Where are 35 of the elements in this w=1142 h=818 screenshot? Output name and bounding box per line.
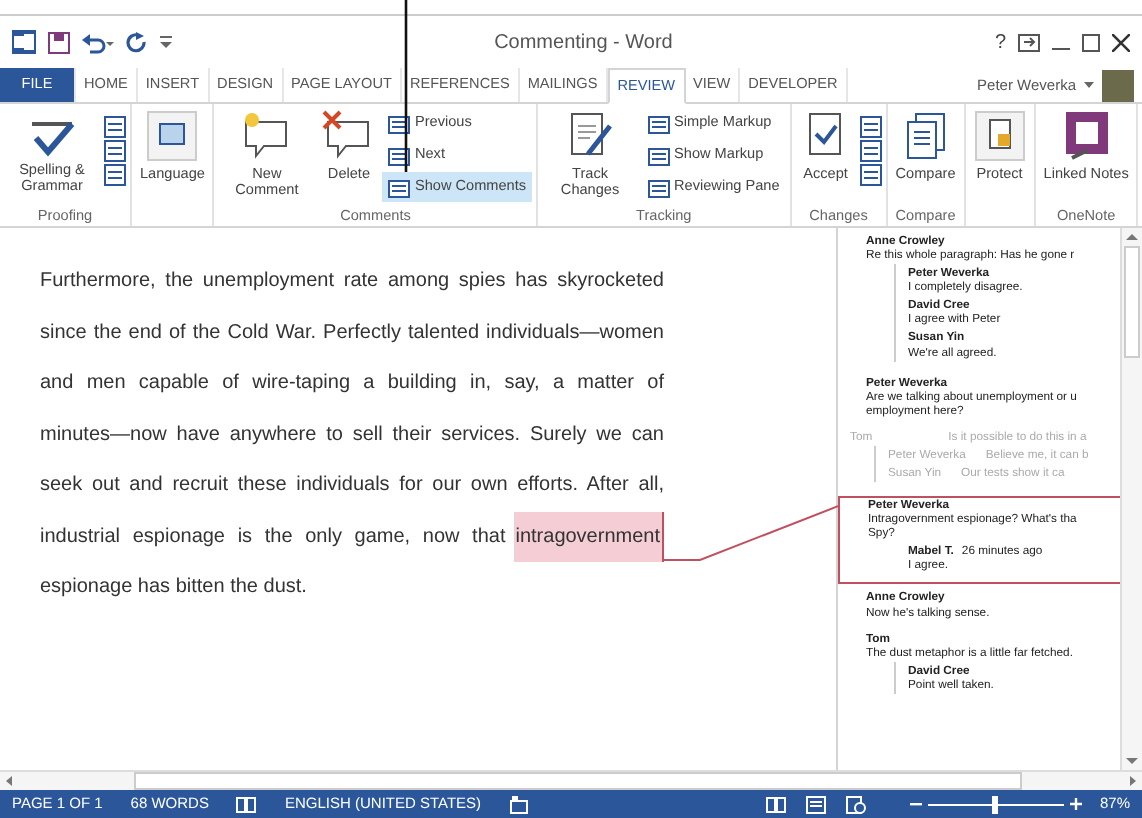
avatar-placeholder — [1102, 69, 1134, 101]
body-text-line: since the end of the Cold War. Perfectly talented individuals—women — [40, 319, 664, 347]
ribbon-display-icon[interactable] — [1018, 33, 1040, 51]
zoom-out-icon[interactable] — [909, 798, 922, 810]
notebook-icon — [1060, 110, 1113, 162]
read-mode-icon[interactable] — [765, 795, 786, 813]
customize-caret-icon[interactable] — [160, 34, 172, 50]
print-layout-icon[interactable] — [805, 795, 826, 813]
delete-comment-icon — [322, 110, 375, 162]
maximize-icon[interactable] — [1082, 33, 1100, 51]
body-text-line: minutes—now have anywhere to sell their services. Surely we can — [40, 421, 664, 449]
new-comment-icon — [240, 110, 293, 162]
slider-thumb[interactable] — [992, 795, 999, 813]
commented-text: intragovernment — [513, 511, 664, 562]
body-text-line: seek out and recruit these individuals for our own efforts. After all, — [40, 472, 664, 500]
caret-icon[interactable] — [1084, 82, 1094, 88]
web-layout-icon[interactable] — [845, 795, 866, 813]
zoom-slider[interactable] — [927, 795, 1064, 813]
word-icon[interactable] — [12, 30, 36, 54]
body-text-line: Furthermore, the unemployment rate among spies has skyrocketed — [40, 268, 664, 296]
help-button[interactable]: ? — [994, 27, 1006, 57]
scrollbar-thumb[interactable] — [134, 772, 1022, 790]
body-text-line: industrial espionage is the only game, now that — [40, 523, 506, 551]
undo-icon[interactable] — [82, 31, 114, 53]
proofing-book-icon[interactable] — [236, 795, 257, 813]
body-text-line: espionage has bitten the dust. — [40, 574, 309, 602]
redo-icon[interactable] — [126, 31, 148, 53]
lock-document-icon — [973, 110, 1026, 162]
body-text-line: and men capable of wire-taping a building in, say, a matter of — [40, 370, 664, 398]
scrollbar-thumb[interactable] — [1124, 246, 1140, 358]
window-title: Commenting - Word — [492, 29, 675, 57]
language-icon — [146, 110, 199, 162]
zoom-in-icon[interactable] — [1069, 798, 1082, 810]
close-icon[interactable] — [1112, 33, 1130, 51]
save-icon[interactable] — [48, 31, 70, 53]
